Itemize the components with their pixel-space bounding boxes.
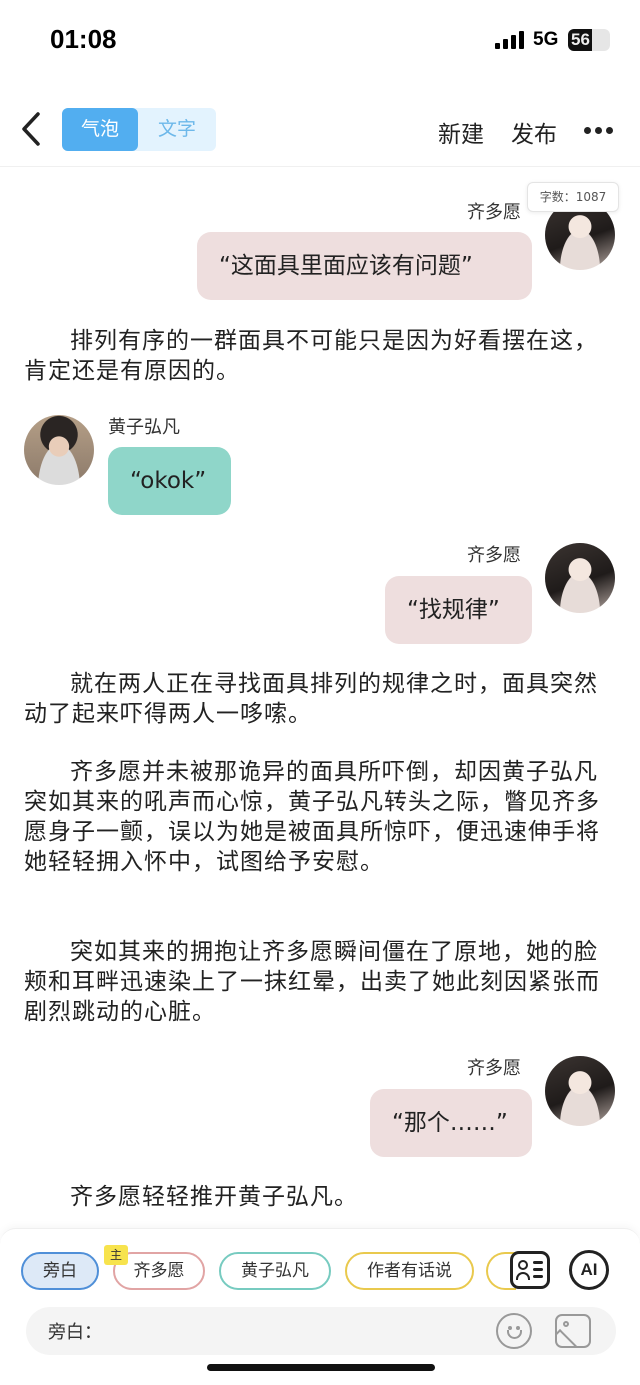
- role-chip-huang[interactable]: 黄子弘凡: [219, 1252, 331, 1290]
- speaker-name: 黄子弘凡: [108, 417, 180, 438]
- avatar[interactable]: [545, 543, 615, 613]
- role-chip-narration[interactable]: 旁白: [21, 1252, 99, 1290]
- home-indicator: [207, 1364, 435, 1371]
- tab-text[interactable]: 文字: [138, 108, 216, 151]
- ai-button[interactable]: AI: [569, 1250, 609, 1290]
- role-chip-author-note[interactable]: 作者有话说: [345, 1252, 474, 1290]
- publish-button[interactable]: 发布: [511, 115, 557, 149]
- bottom-panel: 旁白 主 齐多愿 黄子弘凡 作者有话说 AI 旁白：: [0, 1228, 640, 1385]
- network-type: 5G: [533, 29, 559, 50]
- narration-paragraph[interactable]: 就在两人正在寻找面具排列的规律之时，面具突然动了起来吓得两人一哆嗦。: [24, 669, 618, 729]
- narration-paragraph[interactable]: 齐多愿并未被那诡异的面具所吓倒，却因黄子弘凡突如其来的吼声而心惊，黄子弘凡转头之…: [24, 757, 618, 877]
- avatar[interactable]: [545, 1056, 615, 1126]
- battery-level: 56: [571, 30, 590, 49]
- speaker-name: 齐多愿: [467, 202, 521, 223]
- narration-paragraph[interactable]: 齐多愿轻轻推开黄子弘凡。: [24, 1182, 618, 1212]
- message-bubble[interactable]: “这面具里面应该有问题”: [197, 232, 532, 300]
- image-icon[interactable]: [555, 1314, 591, 1348]
- message-bubble[interactable]: “okok”: [108, 447, 231, 515]
- message-bubble[interactable]: “找规律”: [385, 576, 532, 644]
- signal-icon: [495, 31, 525, 49]
- role-card-icon[interactable]: [510, 1251, 550, 1289]
- battery-icon: 56: [568, 29, 610, 51]
- mode-toggle: 气泡 文字: [62, 108, 216, 151]
- word-count-badge: 字数：1087: [527, 182, 619, 212]
- new-button[interactable]: 新建: [438, 115, 484, 149]
- message-bubble[interactable]: “那个……”: [370, 1089, 532, 1157]
- input-label: 旁白：: [48, 1322, 102, 1343]
- narration-paragraph[interactable]: 排列有序的一群面具不可能只是因为好看摆在这，肯定还是有原因的。: [24, 326, 618, 386]
- status-time: 01:08: [50, 24, 117, 54]
- speaker-name: 齐多愿: [467, 545, 521, 566]
- status-bar: 01:08 5G 56: [0, 0, 640, 80]
- speaker-name: 齐多愿: [467, 1058, 521, 1079]
- tab-bubble[interactable]: 气泡: [62, 108, 138, 151]
- top-nav: 气泡 文字 新建 发布: [0, 95, 640, 167]
- avatar[interactable]: [24, 415, 94, 485]
- main-role-tag: 主: [104, 1245, 128, 1265]
- back-icon[interactable]: [18, 109, 48, 149]
- narration-paragraph[interactable]: 突如其来的拥抱让齐多愿瞬间僵在了原地，她的脸颊和耳畔迅速染上了一抹红晕，出卖了她…: [24, 937, 618, 1027]
- more-icon[interactable]: [584, 127, 614, 135]
- emoji-icon[interactable]: [496, 1313, 532, 1349]
- message-input[interactable]: 旁白：: [26, 1307, 616, 1355]
